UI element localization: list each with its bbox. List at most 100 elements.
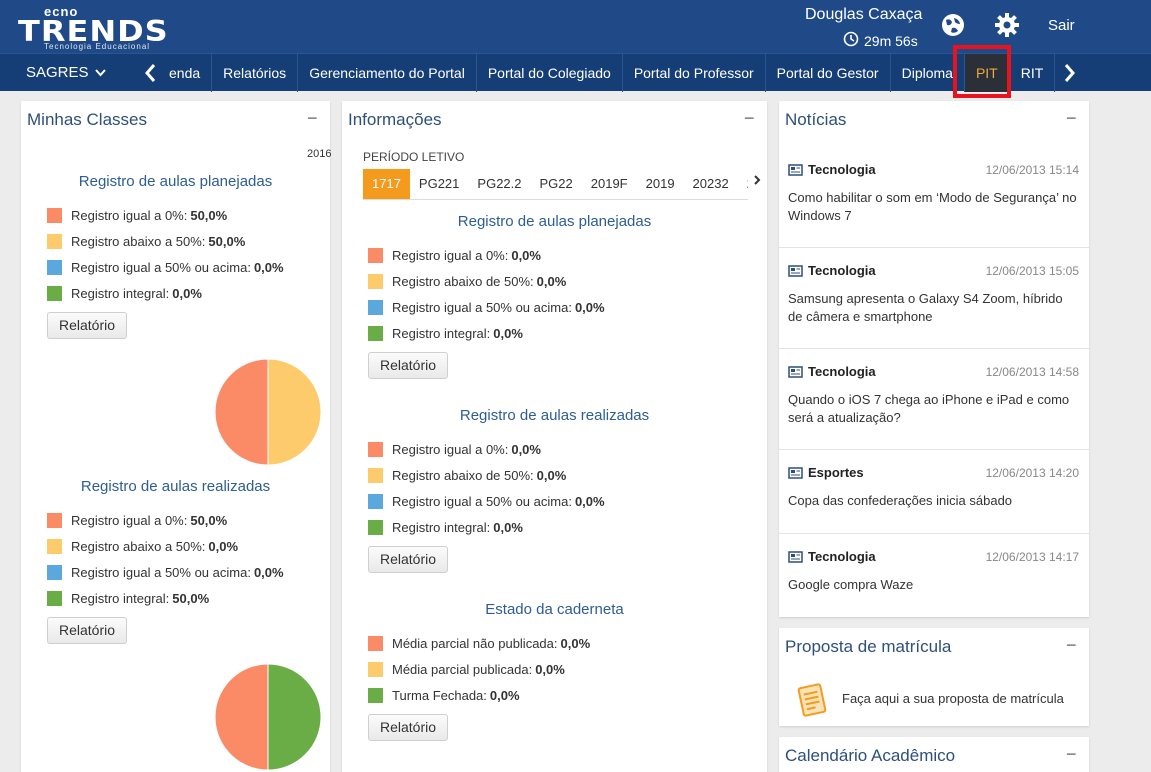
noticias-panel: Notícias − Tecnologia 12/06/2013 15:14 Com…: [779, 101, 1089, 617]
tecnotrends-logo[interactable]: ecno TRENDS Tecnologia Educacional: [18, 4, 178, 51]
swatch: [47, 565, 62, 580]
session-timer: 29m 56s: [843, 31, 918, 50]
news-headline[interactable]: Copa das confederações inicia sábado: [788, 492, 1080, 510]
relatorio-button[interactable]: Relatório: [368, 546, 449, 573]
legend-label: Registro igual a 0%:: [392, 442, 509, 457]
sagres-menu[interactable]: SAGRES: [26, 64, 106, 81]
chevron-down-icon: [94, 64, 106, 81]
timer-value: 29m 56s: [864, 32, 918, 49]
legend-value: 0,0%: [489, 688, 520, 703]
section-title: Registro de aulas realizadas: [459, 407, 650, 424]
proposta-link[interactable]: Faça aqui a sua proposta de matrícula: [842, 691, 1064, 706]
news-item[interactable]: Esportes 12/06/2013 14:20 Copa das confede…: [779, 450, 1089, 534]
periodo-tab[interactable]: PG22: [531, 169, 582, 199]
swatch: [368, 468, 383, 483]
collapse-icon[interactable]: −: [1066, 108, 1077, 129]
news-headline[interactable]: Google compra Waze: [788, 576, 1080, 594]
legend-value: 0,0%: [560, 636, 591, 651]
swatch: [47, 591, 62, 606]
chevron-right-icon[interactable]: [753, 173, 761, 191]
pie-chart-planejadas: [214, 358, 322, 466]
minhas-classes-panel: Minhas Classes − 2016 Registro de aulas …: [21, 101, 332, 772]
legend-value: 0,0%: [536, 468, 567, 483]
relatorio-button[interactable]: Relatório: [368, 714, 449, 741]
news-category: Tecnologia: [788, 364, 876, 379]
news-category-label: Tecnologia: [808, 549, 876, 564]
legend-label: Registro igual a 0%:: [71, 208, 188, 223]
news-item[interactable]: Tecnologia 12/06/2013 15:14 Como habilitar…: [779, 147, 1089, 248]
collapse-icon[interactable]: −: [307, 108, 318, 129]
calendario-panel: Calendário Acadêmico −: [779, 737, 1089, 772]
collapse-icon[interactable]: −: [744, 108, 755, 129]
legend-label: Registro igual a 0%:: [71, 513, 188, 528]
periodo-tab[interactable]: PG221: [410, 169, 468, 199]
legend-label: Registro igual a 0%:: [392, 248, 509, 263]
newspaper-icon: [788, 365, 803, 378]
periodo-label: PERÍODO LETIVO: [363, 150, 465, 164]
periodo-tab[interactable]: 1717: [363, 169, 410, 199]
collapse-icon[interactable]: −: [1066, 744, 1077, 765]
legend-value: 0,0%: [172, 286, 202, 301]
periodo-tab[interactable]: 202: [738, 169, 748, 199]
news-category: Tecnologia: [788, 549, 876, 564]
newspaper-icon: [788, 550, 803, 563]
news-category: Tecnologia: [788, 162, 876, 177]
nav-next-button[interactable]: [1060, 60, 1080, 86]
nav-item[interactable]: Portal do Professor: [623, 54, 766, 92]
legend-row: Registro abaixo a 50%: 50,0%: [47, 234, 245, 249]
legend-value: 50,0%: [190, 208, 228, 223]
legend-label: Média parcial publicada:: [392, 662, 533, 677]
section-title: Registro de aulas realizadas: [80, 478, 271, 495]
relatorio-button[interactable]: Relatório: [368, 352, 449, 379]
news-category-label: Esportes: [808, 465, 864, 480]
logout-link[interactable]: Sair: [1048, 17, 1075, 34]
news-item[interactable]: Tecnologia 12/06/2013 14:17 Google compra …: [779, 534, 1089, 618]
collapse-icon[interactable]: −: [1066, 635, 1077, 656]
legend-value: 0,0%: [493, 520, 523, 535]
news-date: 12/06/2013 15:05: [985, 264, 1079, 278]
nav-item[interactable]: Portal do Gestor: [766, 54, 891, 92]
globe-icon[interactable]: [939, 11, 967, 39]
news-item[interactable]: Tecnologia 12/06/2013 15:05 Samsung aprese…: [779, 248, 1089, 349]
chevron-left-icon: [145, 64, 156, 82]
chevron-right-icon: [1064, 64, 1075, 82]
gear-icon[interactable]: [993, 11, 1021, 39]
periodo-tab[interactable]: 2019: [637, 169, 684, 199]
periodo-tab[interactable]: 20232: [684, 169, 738, 199]
nav-item[interactable]: Portal do Colegiado: [477, 54, 623, 92]
news-item[interactable]: Tecnologia 12/06/2013 14:58 Quando o iOS 7…: [779, 349, 1089, 450]
legend-value: 50,0%: [190, 513, 228, 528]
nav-item[interactable]: Gerenciamento do Portal: [298, 54, 477, 92]
nav-item[interactable]: RIT: [1010, 54, 1056, 92]
swatch: [368, 636, 383, 651]
news-date: 12/06/2013 15:14: [985, 163, 1079, 177]
nav-prev-button[interactable]: [140, 60, 160, 86]
nav-item[interactable]: enda: [158, 54, 213, 92]
nav-item[interactable]: Relatórios: [212, 54, 299, 92]
swatch: [47, 234, 62, 249]
swatch: [368, 520, 383, 535]
legend-label: Registro abaixo a 50%:: [71, 234, 206, 249]
news-headline[interactable]: Como habilitar o som em ‘Modo de Seguran…: [788, 189, 1080, 225]
news-headline[interactable]: Quando o iOS 7 chega ao iPhone e iPad e …: [788, 391, 1080, 427]
section-title: Estado da caderneta: [485, 601, 624, 618]
pie-slice-4: [267, 663, 322, 771]
periodo-tab[interactable]: PG22.2: [468, 169, 530, 199]
legend-value: 0,0%: [574, 494, 605, 509]
swatch: [368, 442, 383, 457]
relatorio-button[interactable]: Relatório: [47, 617, 128, 644]
swatch: [368, 300, 383, 315]
legend-label: Registro abaixo a 50%:: [71, 539, 206, 554]
legend-row: Registro integral: 0,0%: [368, 520, 523, 535]
legend-label: Registro integral:: [71, 591, 170, 606]
panel-title: Calendário Acadêmico: [785, 746, 956, 765]
legend-row: Registro igual a 50% ou acima: 0,0%: [368, 300, 605, 315]
periodo-tab[interactable]: 2019F: [582, 169, 637, 199]
news-headline[interactable]: Samsung apresenta o Galaxy S4 Zoom, híbr…: [788, 290, 1080, 326]
news-date: 12/06/2013 14:20: [985, 466, 1079, 480]
swatch: [368, 326, 383, 341]
relatorio-button[interactable]: Relatório: [47, 312, 128, 339]
legend-label: Turma Fechada:: [392, 688, 487, 703]
legend-row: Registro abaixo de 50%: 0,0%: [368, 274, 566, 289]
year-label: 2016: [307, 148, 332, 160]
